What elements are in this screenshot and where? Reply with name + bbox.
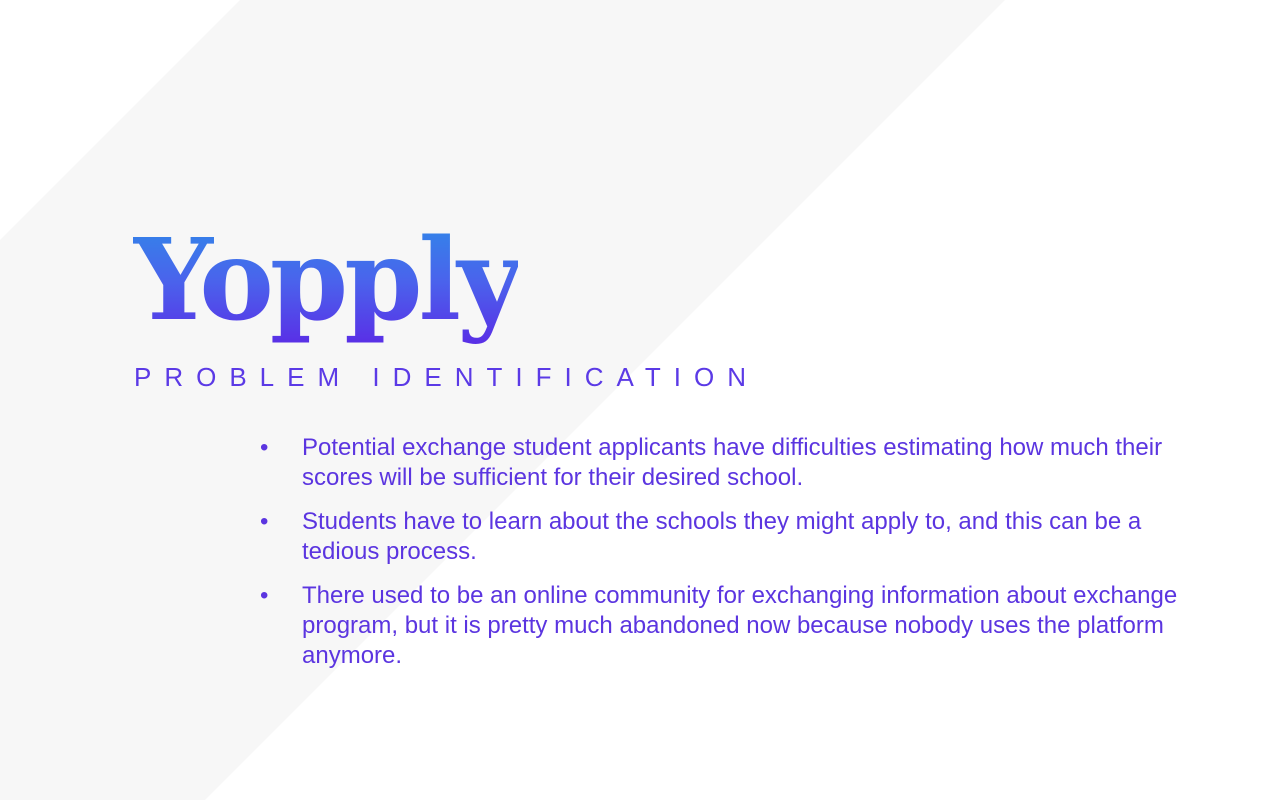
problem-list: • Potential exchange student applicants … — [260, 433, 1210, 685]
list-item: • Potential exchange student applicants … — [260, 433, 1210, 493]
list-item: • There used to be an online community f… — [260, 581, 1210, 671]
bullet-icon: • — [260, 508, 269, 535]
bullet-icon: • — [260, 434, 269, 461]
list-item: • Students have to learn about the schoo… — [260, 507, 1210, 567]
list-item-text: Potential exchange student applicants ha… — [302, 434, 1163, 491]
bullet-icon: • — [260, 582, 269, 609]
slide: Yopply PROBLEM IDENTIFICATION • Potentia… — [0, 0, 1280, 800]
list-item-text: Students have to learn about the schools… — [302, 508, 1142, 565]
section-subtitle: PROBLEM IDENTIFICATION — [134, 362, 759, 392]
list-item-text: There used to be an online community for… — [302, 582, 1178, 669]
yopply-logo: Yopply — [133, 215, 522, 346]
